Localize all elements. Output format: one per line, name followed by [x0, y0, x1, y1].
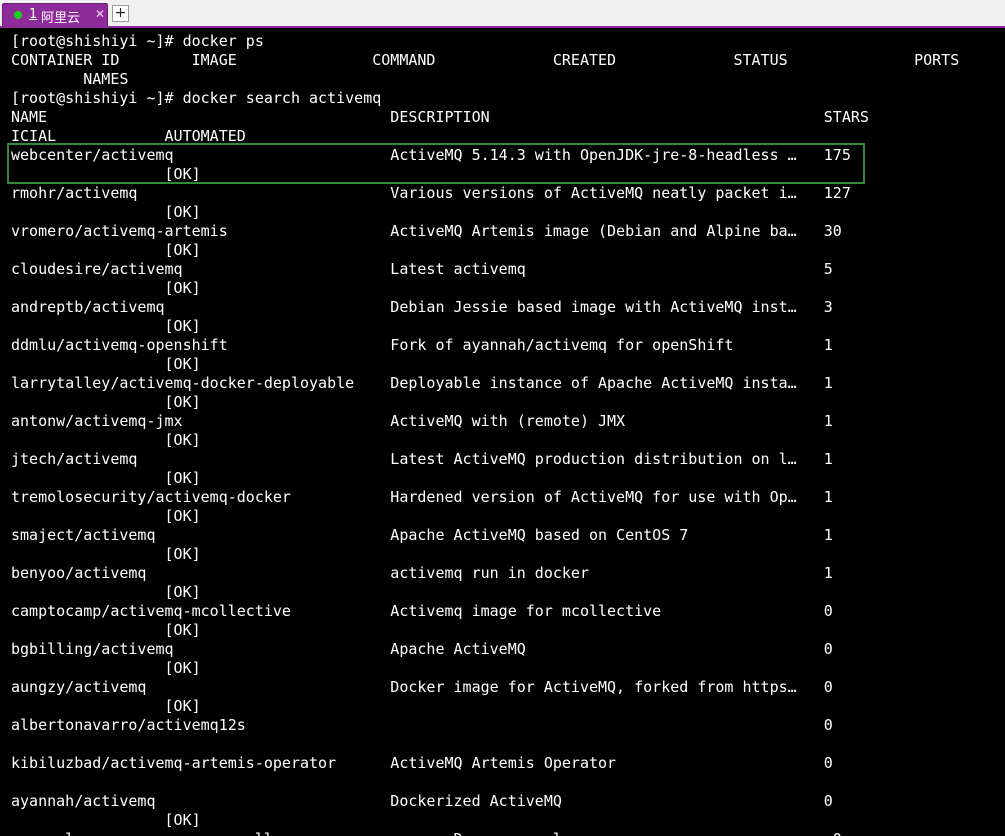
terminal-line: benyoo/activemq activemq run in docker 1 [11, 564, 833, 582]
terminal-line: smaject/activemq Apache ActiveMQ based o… [11, 526, 833, 544]
terminal-line: camptocamp/activemq-mcollective Activemq… [11, 602, 833, 620]
terminal-line: [OK] [11, 431, 201, 449]
terminal-line: NAMES [11, 70, 129, 88]
terminal-line: vromero/activemq-artemis ActiveMQ Artemi… [11, 222, 842, 240]
terminal-line: [OK] [11, 507, 201, 525]
terminal-line: cloudesire/activemq Latest activemq 5 [11, 260, 833, 278]
terminal-line: kibiluzbad/activemq-artemis-operator Act… [11, 754, 833, 772]
tab-number: 1 [29, 7, 38, 22]
terminal-line: [OK] [11, 621, 201, 639]
terminal-line: bgbilling/activemq Apache ActiveMQ 0 [11, 640, 833, 658]
terminal-line: [root@shishiyi ~]# docker search activem… [11, 89, 382, 107]
terminal-line: [OK] [11, 545, 201, 563]
tab-title: 阿里云 [41, 11, 81, 26]
terminal-line: [root@shishiyi ~]# docker ps [11, 32, 264, 50]
terminal-line: [OK] [11, 811, 201, 829]
session-tab[interactable]: 1 阿里云 ✕ [2, 3, 108, 26]
terminal-line: NAME DESCRIPTION STARS OF [11, 108, 1005, 126]
terminal-line: [OK] [11, 241, 201, 259]
terminal-line: CONTAINER ID IMAGE COMMAND CREATED STATU… [11, 51, 960, 69]
close-tab-icon[interactable]: ✕ [95, 7, 105, 21]
terminal-output[interactable]: [root@shishiyi ~]# docker ps CONTAINER ID… [0, 28, 1005, 836]
new-tab-button[interactable]: + [112, 5, 129, 22]
tab-bar: 1 阿里云 ✕ + [0, 0, 1005, 28]
terminal-line: [OK] [11, 203, 201, 221]
terminal-line: ICIAL AUTOMATED [11, 127, 246, 145]
terminal-line: [OK] [11, 279, 201, 297]
terminal-line: ddmlu/activemq-openshift Fork of ayannah… [11, 336, 833, 354]
terminal-line: l ll D l 0 [11, 830, 842, 836]
terminal-line: ayannah/activemq Dockerized ActiveMQ 0 [11, 792, 833, 810]
terminal-line: [OK] [11, 583, 201, 601]
terminal-line: rmohr/activemq Various versions of Activ… [11, 184, 851, 202]
terminal-line: tremolosecurity/activemq-docker Hardened… [11, 488, 833, 506]
terminal-line: webcenter/activemq ActiveMQ 5.14.3 with … [11, 146, 851, 164]
terminal-line: [OK] [11, 393, 201, 411]
terminal-line: albertonavarro/activemq12s 0 [11, 716, 833, 734]
connection-status-icon [14, 11, 22, 19]
terminal-line: [OK] [11, 697, 201, 715]
terminal-line: andreptb/activemq Debian Jessie based im… [11, 298, 833, 316]
terminal-line: [OK] [11, 469, 201, 487]
terminal-line: [OK] [11, 317, 201, 335]
terminal-line: [OK] [11, 165, 201, 183]
terminal-line: [OK] [11, 659, 201, 677]
terminal-line: aungzy/activemq Docker image for ActiveM… [11, 678, 833, 696]
terminal-line: jtech/activemq Latest ActiveMQ productio… [11, 450, 833, 468]
terminal-line: larrytalley/activemq-docker-deployable D… [11, 374, 833, 392]
terminal-line: [OK] [11, 355, 201, 373]
terminal-line: antonw/activemq-jmx ActiveMQ with (remot… [11, 412, 833, 430]
